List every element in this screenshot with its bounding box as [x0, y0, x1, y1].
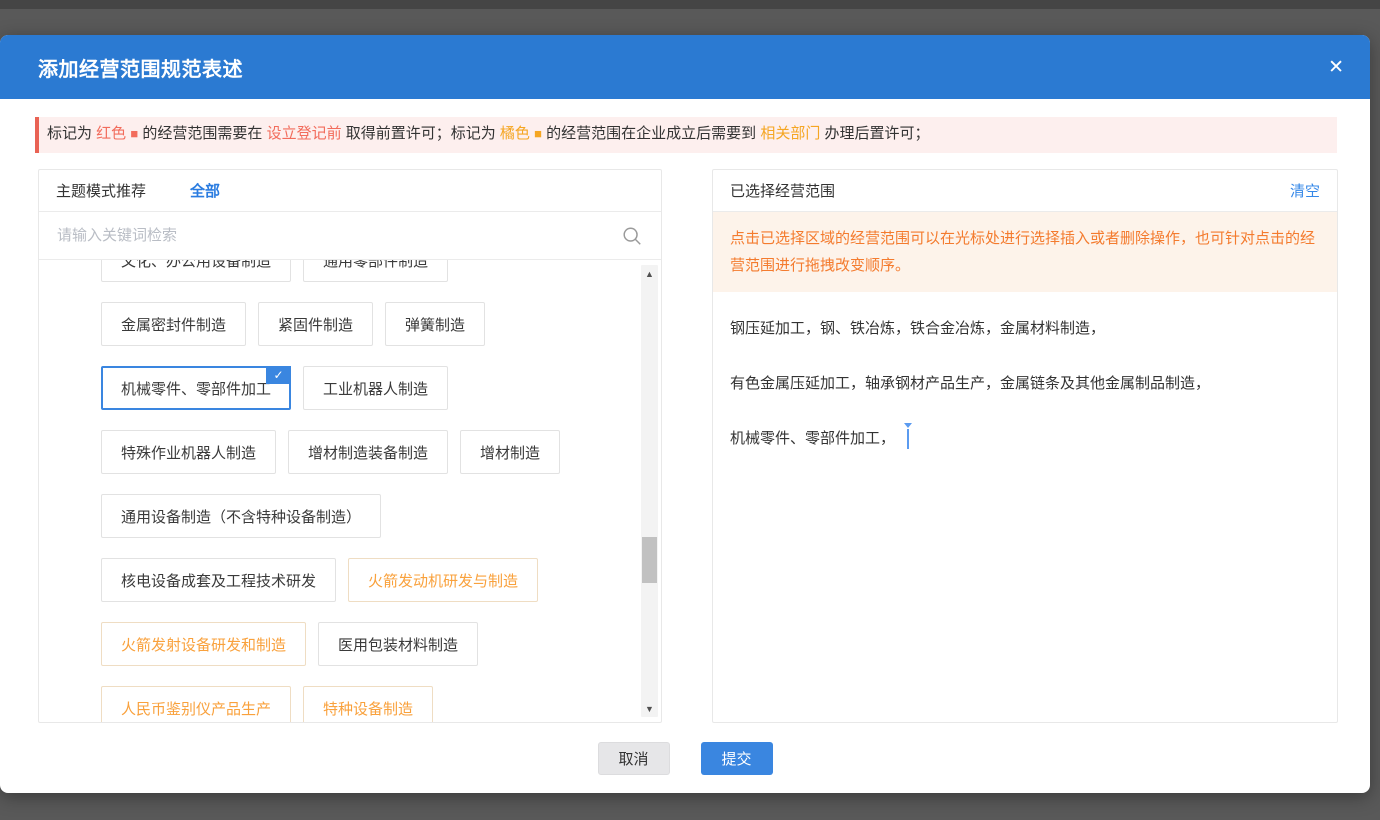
picker-tabs: 主题模式推荐 全部 [39, 170, 661, 212]
tag-list-scrollbar[interactable]: ▲ ▼ [641, 265, 658, 717]
tag-row: 金属密封件制造 紧固件制造 弹簧制造 [101, 302, 661, 346]
clear-all-link[interactable]: 清空 [1290, 180, 1320, 201]
scope-tag-post-permit[interactable]: 特种设备制造 [303, 686, 433, 722]
dialog-footer: 取消 提交 [0, 723, 1370, 775]
keyword-search-input[interactable] [57, 227, 621, 244]
text-caret-icon [907, 429, 909, 449]
overlay-top-strip [0, 0, 1380, 9]
notice-dept: 相关部门 [760, 125, 820, 142]
notice-text: 取得前置许可；标记为 [342, 125, 500, 142]
submit-button[interactable]: 提交 [701, 742, 773, 775]
tag-row: 人民币鉴别仪产品生产 特种设备制造 [101, 686, 661, 722]
scope-tag[interactable]: 核电设备成套及工程技术研发 [101, 558, 336, 602]
scope-tag[interactable]: 医用包装材料制造 [318, 622, 478, 666]
notice-pre-permit: 设立登记前 [267, 125, 342, 142]
tag-row: 机械零件、零部件加工 ✓ 工业机器人制造 [101, 366, 661, 410]
tag-row: 通用设备制造（不含特种设备制造） [101, 494, 661, 538]
add-business-scope-dialog: 添加经营范围规范表述 ✕ 标记为 红色 ■ 的经营范围需要在 设立登记前 取得前… [0, 35, 1370, 793]
scope-tag[interactable]: 增材制造装备制造 [288, 430, 448, 474]
permit-notice-bar: 标记为 红色 ■ 的经营范围需要在 设立登记前 取得前置许可；标记为 橘色 ■ … [35, 117, 1337, 153]
scope-tag[interactable]: 文化、办公用设备制造 [101, 260, 291, 282]
search-icon[interactable] [621, 225, 643, 247]
scope-tag-list: 文化、办公用设备制造 通用零部件制造 金属密封件制造 紧固件制造 弹簧制造 机械… [39, 260, 661, 722]
tag-row: 核电设备成套及工程技术研发 火箭发动机研发与制造 [101, 558, 661, 602]
notice-text: 办理后置许可； [820, 125, 929, 142]
tab-theme-recommend[interactable]: 主题模式推荐 [56, 180, 146, 201]
close-icon[interactable]: ✕ [1328, 58, 1344, 77]
notice-orange-label: 橘色 [500, 125, 530, 142]
scroll-down-icon[interactable]: ▼ [641, 700, 658, 717]
dialog-header: 添加经营范围规范表述 ✕ [0, 35, 1370, 99]
scope-tag-post-permit[interactable]: 人民币鉴别仪产品生产 [101, 686, 291, 722]
drag-hint-text: 点击已选择区域的经营范围可以在光标处进行选择插入或者删除操作，也可针对点击的经营… [713, 212, 1337, 292]
selected-scope-line[interactable]: 钢压延加工，钢、铁冶炼，铁合金冶炼，金属材料制造， [730, 318, 1320, 340]
scope-tag-scroll-content: 文化、办公用设备制造 通用零部件制造 金属密封件制造 紧固件制造 弹簧制造 机械… [39, 260, 661, 722]
scope-tag-label: 机械零件、零部件加工 [121, 378, 271, 399]
scope-tag[interactable]: 增材制造 [460, 430, 560, 474]
notice-red-label: 红色 [96, 125, 126, 142]
scope-tag[interactable]: 紧固件制造 [258, 302, 373, 346]
check-icon: ✓ [266, 366, 291, 384]
keyword-search-bar [39, 212, 661, 260]
notice-text: 的经营范围在企业成立后需要到 [542, 125, 760, 142]
orange-square-icon: ■ [534, 126, 542, 141]
scope-tag[interactable]: 金属密封件制造 [101, 302, 246, 346]
tab-all[interactable]: 全部 [190, 180, 220, 201]
scope-tag[interactable]: 工业机器人制造 [303, 366, 448, 410]
scope-picker-panel: 主题模式推荐 全部 文化、办公用设备制造 通用零部件制造 [38, 169, 662, 723]
scope-tag-post-permit[interactable]: 火箭发动机研发与制造 [348, 558, 538, 602]
notice-text: 的经营范围需要在 [138, 125, 266, 142]
dimmed-overlay: 添加经营范围规范表述 ✕ 标记为 红色 ■ 的经营范围需要在 设立登记前 取得前… [0, 0, 1380, 820]
scope-tag[interactable]: 通用设备制造（不含特种设备制造） [101, 494, 381, 538]
tag-row: 特殊作业机器人制造 增材制造装备制造 增材制造 [101, 430, 661, 474]
selected-scope-editor[interactable]: 钢压延加工，钢、铁冶炼，铁合金冶炼，金属材料制造， 有色金属压延加工，轴承钢材产… [713, 292, 1337, 722]
selected-panel-header: 已选择经营范围 清空 [713, 170, 1337, 212]
selected-scope-panel: 已选择经营范围 清空 点击已选择区域的经营范围可以在光标处进行选择插入或者删除操… [712, 169, 1338, 723]
cancel-button[interactable]: 取消 [598, 742, 670, 775]
selected-scope-line[interactable]: 机械零件、零部件加工， [730, 428, 1320, 450]
scope-tag-post-permit[interactable]: 火箭发射设备研发和制造 [101, 622, 306, 666]
selected-scope-line-text: 机械零件、零部件加工， [730, 430, 895, 447]
scope-tag[interactable]: 通用零部件制造 [303, 260, 448, 282]
selected-scope-line[interactable]: 有色金属压延加工，轴承钢材产品生产，金属链条及其他金属制品制造， [730, 373, 1320, 395]
scope-tag-selected[interactable]: 机械零件、零部件加工 ✓ [101, 366, 291, 410]
selected-panel-title: 已选择经营范围 [730, 180, 835, 201]
scrollbar-thumb[interactable] [642, 537, 657, 583]
scroll-up-icon[interactable]: ▲ [641, 265, 658, 282]
scope-tag[interactable]: 特殊作业机器人制造 [101, 430, 276, 474]
dialog-title: 添加经营范围规范表述 [38, 53, 243, 82]
scope-tag[interactable]: 弹簧制造 [385, 302, 485, 346]
tag-row: 文化、办公用设备制造 通用零部件制造 [101, 260, 661, 282]
notice-text: 标记为 [47, 125, 96, 142]
dialog-body: 主题模式推荐 全部 文化、办公用设备制造 通用零部件制造 [38, 169, 1370, 723]
tag-row: 火箭发射设备研发和制造 医用包装材料制造 [101, 622, 661, 666]
